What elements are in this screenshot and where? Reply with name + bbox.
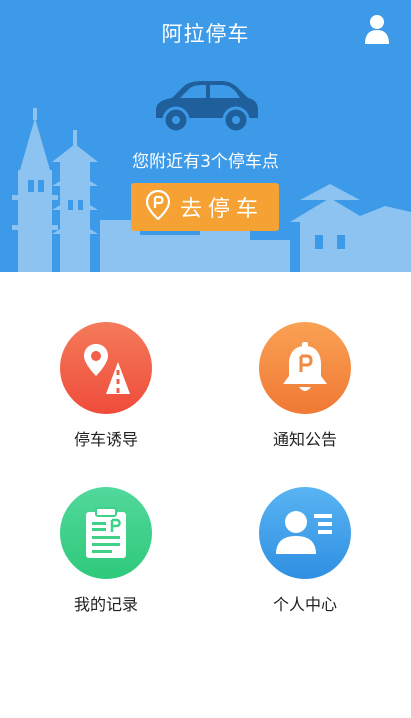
menu-notices[interactable]: 通知公告 — [230, 322, 380, 450]
bell-icon — [259, 322, 351, 414]
menu-label: 我的记录 — [73, 595, 138, 614]
menu-label: 停车诱导 — [73, 430, 138, 449]
go-parking-label: 去停车 — [179, 197, 264, 222]
menu-parking-guidance[interactable]: 停车诱导 — [31, 322, 181, 450]
menu-personal-center[interactable]: 个人中心 — [230, 487, 380, 615]
hero-banner: 阿拉停车 您附近有3个停车点 去停车 — [0, 0, 411, 272]
menu-label: 个人中心 — [272, 595, 337, 614]
go-parking-button[interactable]: 去停车 — [131, 183, 279, 231]
map-route-icon — [60, 322, 152, 414]
nearby-count-text: 您附近有3个停车点 — [132, 152, 279, 172]
user-icon[interactable] — [363, 14, 391, 44]
id-card-icon — [259, 487, 351, 579]
menu-my-records[interactable]: 我的记录 — [31, 487, 181, 615]
app-title: 阿拉停车 — [161, 22, 250, 46]
clipboard-icon — [60, 487, 152, 579]
menu-label: 通知公告 — [272, 430, 337, 449]
car-icon — [150, 78, 262, 134]
parking-pin-icon — [145, 189, 171, 224]
